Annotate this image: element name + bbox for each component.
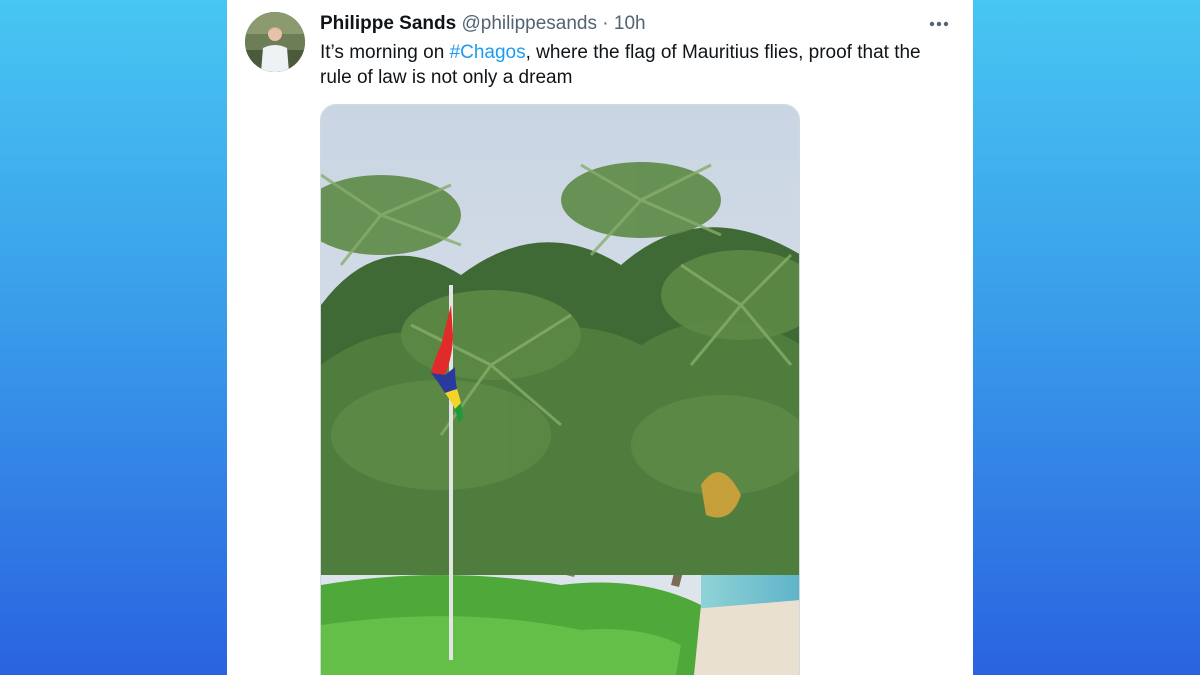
tweet-header: Philippe Sands @philippesands · 10h: [320, 13, 646, 35]
header-separator: ·: [602, 13, 609, 34]
avatar-image: [245, 12, 305, 72]
author-name[interactable]: Philippe Sands: [320, 13, 456, 34]
tweet-card: Philippe Sands @philippesands · 10h It’s…: [227, 0, 973, 675]
palm-beach-flag-photo: [321, 105, 799, 675]
tweet-timestamp[interactable]: 10h: [614, 13, 646, 34]
hashtag-link[interactable]: #Chagos: [450, 42, 526, 63]
tweet-text: It’s morning on #Chagos, where the flag …: [320, 40, 940, 90]
tweet-media-photo[interactable]: [320, 104, 800, 675]
more-horizontal-icon: [929, 21, 949, 27]
author-avatar[interactable]: [245, 12, 305, 72]
more-options-button[interactable]: [927, 12, 951, 36]
author-handle[interactable]: @philippesands: [461, 13, 597, 34]
tweet-text-part-1: It’s morning on: [320, 42, 450, 63]
